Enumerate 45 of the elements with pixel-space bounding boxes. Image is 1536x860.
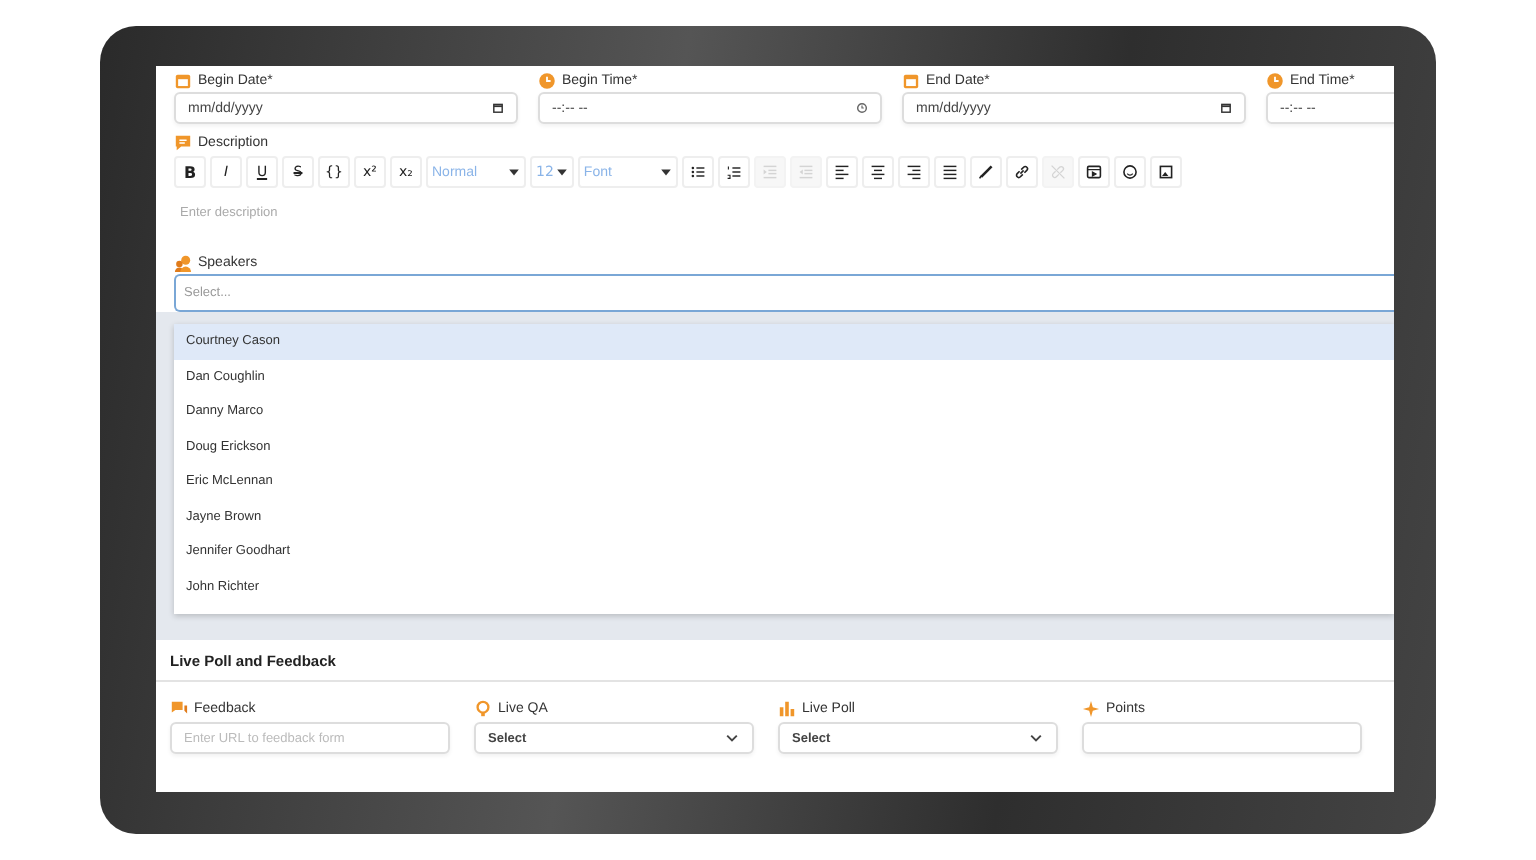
align-justify-icon [941,164,958,180]
align-left-icon [833,164,850,180]
link-icon [1013,164,1030,180]
bullet-list-icon [689,164,706,180]
toolbar-button[interactable] [1005,156,1038,188]
chevron-down-icon [1028,730,1044,746]
clock-icon [856,102,868,114]
caret-icon [508,166,520,178]
chevron-down-icon [724,730,740,746]
toolbar-button[interactable] [1077,156,1110,188]
align-center-icon [869,164,886,180]
pen-icon [977,164,994,180]
smiley-icon [1121,164,1138,180]
align-right-icon [905,164,922,180]
image-icon [1157,164,1174,180]
calendar-icon [902,71,920,89]
toolbar-button[interactable] [969,156,1002,188]
media-icon [1085,164,1102,180]
calendar-icon [492,102,504,114]
input-field[interactable] [1082,722,1362,754]
numbered-list-icon [725,164,742,180]
sparkle-icon [1082,699,1100,717]
lightbulb-icon [474,699,492,717]
toolbar-button[interactable] [825,156,858,188]
clock-icon [1266,71,1284,89]
format-button[interactable]: B [174,156,206,188]
toolbar-button[interactable] [681,156,714,188]
calendar-icon [174,71,192,89]
toolbar-button[interactable] [1113,156,1146,188]
unlink-icon [1049,164,1066,180]
toolbar-button[interactable] [861,156,894,188]
caret-icon [555,166,568,178]
people-icon [174,253,192,271]
toolbar-button[interactable] [717,156,750,188]
outdent-icon [761,164,778,180]
indent-icon [797,164,814,180]
speech-bubble-icon [174,133,192,151]
calendar-icon [1220,102,1232,114]
caret-icon [659,166,672,178]
toolbar-button[interactable] [933,156,966,188]
toolbar-button[interactable] [897,156,930,188]
bar-chart-icon [778,699,796,717]
chat-icon [170,699,188,717]
toolbar-button[interactable] [1149,156,1182,188]
clock-icon [538,71,556,89]
